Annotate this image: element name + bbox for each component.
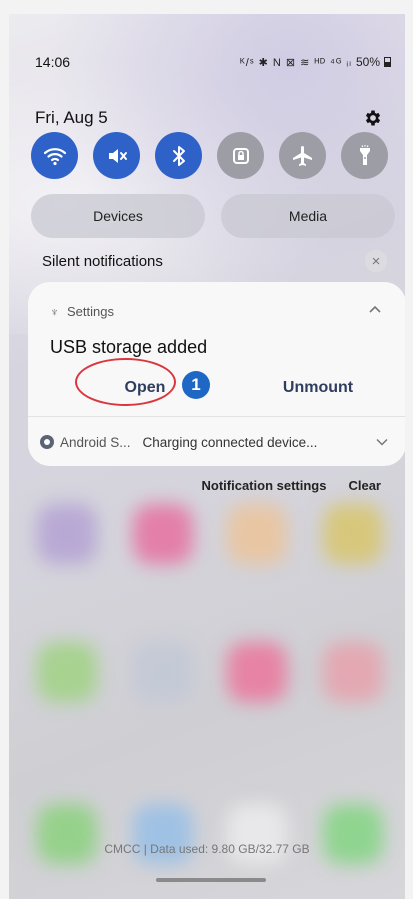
- blurred-app-icon: [37, 642, 97, 702]
- bluetooth-icon: [172, 145, 185, 166]
- quick-toggles: [31, 132, 388, 179]
- airplane-icon: [292, 145, 312, 166]
- home-indicator[interactable]: [156, 878, 266, 882]
- blurred-app-icon: [323, 642, 383, 702]
- silent-notifications-header: Silent notifications ×: [42, 250, 387, 272]
- battery-percent: 50%: [355, 55, 380, 69]
- date-label: Fri, Aug 5: [35, 108, 108, 127]
- flashlight-icon: [359, 144, 370, 165]
- notification-footer: Notification settings Clear: [9, 478, 381, 493]
- blurred-app-icon: [227, 504, 287, 564]
- step-badge: 1: [182, 371, 210, 399]
- notification-app-name: Settings: [67, 304, 114, 319]
- notification-settings-button[interactable]: Notification settings: [202, 478, 327, 493]
- notification-header: ♆ Settings: [50, 304, 114, 319]
- status-bar: 14:06 ᴷ/ˢ ✱ N ⊠ ≋ ᴴᴰ ⁴ᴳ ᵢₗ 50%: [35, 52, 391, 72]
- date-row: Fri, Aug 5: [35, 106, 383, 130]
- devices-button[interactable]: Devices: [31, 194, 205, 238]
- chevron-up-icon[interactable]: [368, 304, 382, 314]
- sound-toggle[interactable]: [93, 132, 140, 179]
- status-time: 14:06: [35, 54, 71, 70]
- notification-title: USB storage added: [50, 337, 208, 357]
- blurred-app-icon: [37, 504, 97, 564]
- blurred-app-icon: [133, 642, 193, 702]
- sub-notification-text: Charging connected device...: [142, 434, 318, 450]
- open-button[interactable]: Open: [95, 379, 195, 397]
- screen-lock-toggle[interactable]: [217, 132, 264, 179]
- usb-icon: ♆: [50, 304, 59, 319]
- phone-screen: 14:06 ᴷ/ˢ ✱ N ⊠ ≋ ᴴᴰ ⁴ᴳ ᵢₗ 50% Fri, Aug …: [9, 14, 405, 899]
- android-system-icon: [40, 435, 54, 449]
- wifi-icon: [43, 147, 66, 165]
- flashlight-toggle[interactable]: [341, 132, 388, 179]
- blurred-app-icon: [323, 504, 383, 564]
- clear-button[interactable]: Clear: [348, 478, 381, 493]
- bluetooth-toggle[interactable]: [155, 132, 202, 179]
- blurred-app-icon: [227, 642, 287, 702]
- sub-notification[interactable]: Android S... Charging connected device..…: [40, 432, 388, 452]
- data-usage-label: CMCC | Data used: 9.80 GB/32.77 GB: [104, 842, 310, 856]
- gear-icon[interactable]: [363, 108, 383, 128]
- wifi-toggle[interactable]: [31, 132, 78, 179]
- unmount-button[interactable]: Unmount: [264, 379, 372, 397]
- close-icon[interactable]: ×: [365, 250, 387, 272]
- blurred-app-icon: [133, 504, 193, 564]
- airplane-mode-toggle[interactable]: [279, 132, 326, 179]
- device-media-pills: Devices Media: [31, 194, 395, 238]
- lock-icon: [232, 147, 249, 164]
- mute-icon: [108, 148, 127, 163]
- status-indicators: ᴷ/ˢ ✱ N ⊠ ≋ ᴴᴰ ⁴ᴳ ᵢₗ 50%: [240, 55, 391, 69]
- card-divider: [28, 416, 405, 417]
- notification-card: ♆ Settings USB storage added Open 1 Unmo…: [28, 282, 405, 466]
- battery-icon: [384, 57, 391, 67]
- silent-notifications-label: Silent notifications: [42, 252, 163, 270]
- status-icons: ᴷ/ˢ ✱ N ⊠ ≋ ᴴᴰ ⁴ᴳ ᵢₗ: [240, 56, 352, 69]
- chevron-down-icon[interactable]: [376, 438, 388, 446]
- sub-notification-app: Android S...: [60, 434, 131, 450]
- media-button[interactable]: Media: [221, 194, 395, 238]
